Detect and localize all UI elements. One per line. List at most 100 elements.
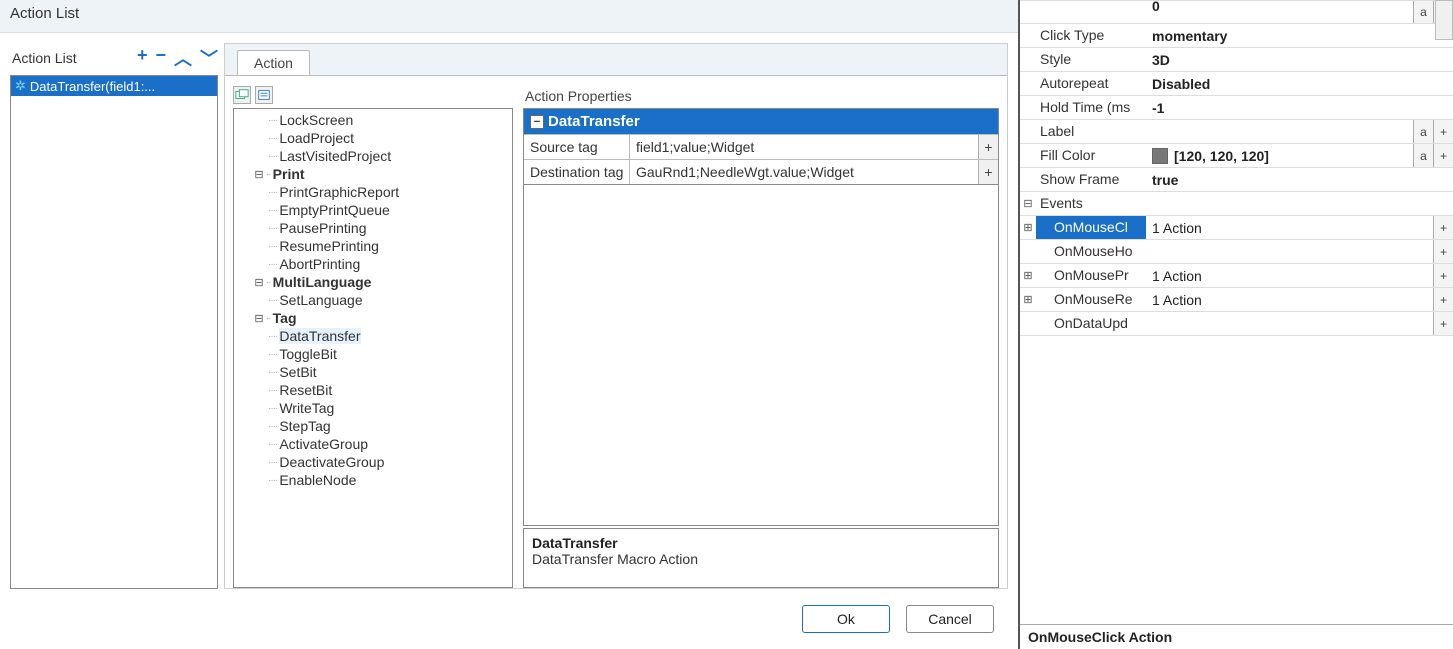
collapse-icon[interactable]: ⊟ [252,312,266,325]
right-panel-empty [1020,336,1453,624]
prop-row[interactable]: AutorepeatDisabled [1020,72,1453,96]
move-up-icon[interactable]: ︿ [174,45,192,71]
tree-item[interactable]: ···· StepTag [236,417,510,435]
docked-tab[interactable] [1435,0,1453,40]
props-empty-area [523,185,999,526]
action-tab[interactable]: Action [237,50,310,75]
event-row[interactable]: ⊞OnMouseCl1 Action+ [1020,216,1453,240]
props-row[interactable]: Destination tagGauRnd1;NeedleWgt.value;W… [524,159,998,184]
tree-item[interactable]: ···· WriteTag [236,399,510,417]
prop-value[interactable]: true [1146,168,1453,191]
prop-value[interactable]: -1 [1146,96,1453,119]
props-row[interactable]: Source tagfield1;value;Widget+ [524,134,998,159]
tree-item-label: ResetBit [279,382,332,398]
event-row[interactable]: ⊞OnMousePr1 Action+ [1020,264,1453,288]
tree-item[interactable]: ···· EmptyPrintQueue [236,201,510,219]
action-list-item-label: DataTransfer(field1:... [30,79,155,94]
tree-item[interactable]: ···· ResumePrinting [236,237,510,255]
expand-icon [1020,24,1036,47]
tree-item-label: PrintGraphicReport [279,184,399,200]
tree-item-label: ResumePrinting [279,238,379,254]
prop-value[interactable]: [120, 120, 120] [1146,144,1413,167]
tree-item[interactable]: ···· PrintGraphicReport [236,183,510,201]
event-value: 1 Action [1146,264,1433,287]
action-list-box[interactable]: ✲ DataTransfer(field1:... [10,75,218,589]
tree-item[interactable]: ···· DataTransfer [236,327,510,345]
tree-item[interactable]: ···· LoadProject [236,129,510,147]
collapse-icon[interactable]: ⊟ [252,276,266,289]
move-down-icon[interactable]: ﹀ [200,45,218,71]
desc-body: DataTransfer Macro Action [532,551,990,567]
tree-item[interactable]: ···· ToggleBit [236,345,510,363]
add-icon[interactable]: + [137,45,148,71]
collapse-icon[interactable]: ⊟ [1020,192,1036,215]
a-button[interactable]: a [1413,120,1433,143]
prop-row[interactable]: Click Typemomentary [1020,24,1453,48]
props-row-label: Destination tag [524,160,630,184]
plus-button[interactable]: + [1433,240,1453,263]
tree-item[interactable]: ···· LastVisitedProject [236,147,510,165]
event-row[interactable]: OnMouseHo+ [1020,240,1453,264]
tree-item[interactable]: ···· SetLanguage [236,291,510,309]
prop-row[interactable]: Hold Time (ms-1 [1020,96,1453,120]
tree-item-label: ToggleBit [279,346,337,362]
prop-value[interactable]: Disabled [1146,72,1453,95]
props-row-value[interactable]: GauRnd1;NeedleWgt.value;Widget [630,160,978,184]
cancel-button[interactable]: Cancel [906,605,994,633]
tree-category[interactable]: ⊟·· MultiLanguage [236,273,510,291]
plus-button[interactable]: + [1433,120,1453,143]
prop-label: Autorepeat [1036,72,1146,95]
action-tree[interactable]: ···· LockScreen···· LoadProject···· Last… [233,108,513,588]
event-label: OnMousePr [1036,264,1146,287]
prop-row[interactable]: Fill Color[120, 120, 120]a+ [1020,144,1453,168]
prop-row[interactable]: Labela+ [1020,120,1453,144]
tree-item[interactable]: ···· PausePrinting [236,219,510,237]
expand-icon[interactable]: ⊞ [1020,216,1036,239]
event-row[interactable]: OnDataUpd+ [1020,312,1453,336]
events-section[interactable]: ⊟ Events [1020,192,1453,216]
tree-category[interactable]: ⊟·· Print [236,165,510,183]
plus-button[interactable]: + [1433,216,1453,239]
tree-item[interactable]: ···· DeactivateGroup [236,453,510,471]
a-button[interactable]: a [1413,144,1433,167]
prop-row-value[interactable]: Value 0 a + [1020,0,1453,24]
plus-button[interactable]: + [1433,144,1453,167]
events-value [1146,192,1453,215]
tree-item[interactable]: ···· AbortPrinting [236,255,510,273]
plus-button[interactable]: + [1433,264,1453,287]
props-row-value[interactable]: field1;value;Widget [630,135,978,159]
ok-button[interactable]: Ok [802,605,890,633]
collapse-icon[interactable]: − [530,115,544,129]
props-header[interactable]: − DataTransfer [524,109,998,134]
action-list-item[interactable]: ✲ DataTransfer(field1:... [11,76,217,96]
tree-collapse-icon[interactable] [255,86,273,104]
prop-row[interactable]: Style3D [1020,48,1453,72]
expand-icon[interactable]: ⊞ [1020,264,1036,287]
expand-icon [1020,72,1036,95]
a-button[interactable]: a [1413,1,1433,23]
collapse-icon[interactable]: ⊟ [252,168,266,181]
prop-value[interactable]: momentary [1146,24,1453,47]
tree-item[interactable]: ···· SetBit [236,363,510,381]
tree-item[interactable]: ···· LockScreen [236,111,510,129]
tree-item[interactable]: ···· ResetBit [236,381,510,399]
tree-item[interactable]: ···· EnableNode [236,471,510,489]
event-row[interactable]: ⊞OnMouseRe1 Action+ [1020,288,1453,312]
prop-value[interactable] [1146,120,1413,143]
event-value: 1 Action [1146,216,1433,239]
prop-value: 0 [1146,0,1413,17]
prop-label: Hold Time (ms [1036,96,1146,119]
expand-icon [1020,240,1036,263]
expand-icon[interactable]: ⊞ [1020,288,1036,311]
prop-value[interactable]: 3D [1146,48,1453,71]
plus-button[interactable]: + [978,160,998,184]
tree-expand-icon[interactable] [233,86,251,104]
tree-item[interactable]: ···· ActivateGroup [236,435,510,453]
plus-button[interactable]: + [1433,312,1453,335]
remove-icon[interactable]: − [155,45,166,71]
tree-category[interactable]: ⊟·· Tag [236,309,510,327]
plus-button[interactable]: + [1433,288,1453,311]
plus-button[interactable]: + [978,135,998,159]
prop-row[interactable]: Show Frametrue [1020,168,1453,192]
props-header-label: DataTransfer [548,113,640,130]
